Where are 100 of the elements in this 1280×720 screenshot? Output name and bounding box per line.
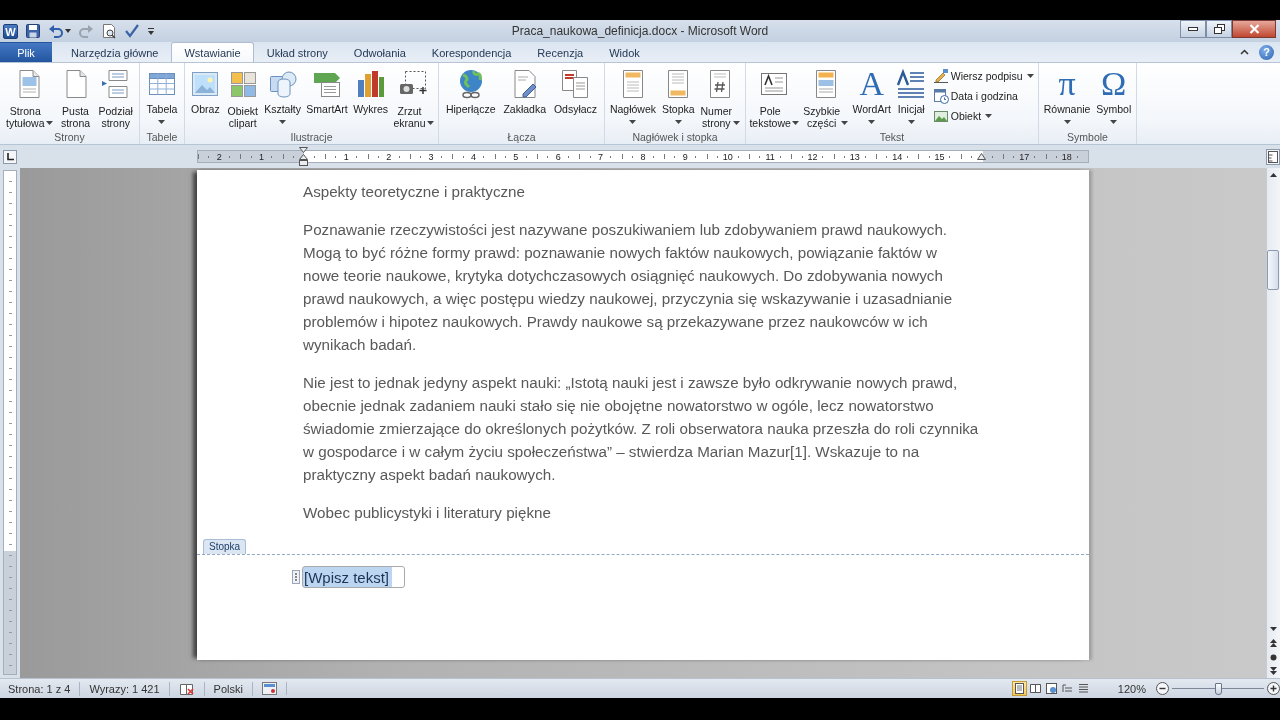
ruler-number: 18 [1060, 151, 1073, 162]
ribbon-button[interactable]: Numer strony [699, 66, 742, 131]
letter-icon: A [859, 68, 884, 100]
record-icon[interactable] [261, 682, 277, 695]
ruler-number: 11 [764, 151, 776, 162]
ribbon-tab[interactable]: Wstawianie [171, 42, 254, 62]
ribbon-button[interactable]: Stopka [660, 66, 696, 131]
ribbon-button[interactable]: Odsyłacz [552, 66, 599, 131]
ruler-number: 14 [891, 151, 904, 162]
ribbon-button[interactable]: Obraz [188, 66, 223, 131]
ribbon-button[interactable]: Zrzut ekranu [392, 66, 435, 131]
ribbon-button[interactable]: Wiersz podpisu [930, 66, 1036, 86]
zoom-level[interactable]: 120% [1117, 682, 1146, 695]
paragraph: Nie jest to jednak jedyny aspekt nauki: „Istotą nauki jest i zawsze było odkrywanie nowych prawd, obecnie jednak zadaniem nauki stało się nie obojętne nowatorstwo w ogóle, lecz nowatorstwo świadomie zmierzające do określonych pożytków. Z roli obserwatora nauka przeszła do roli czynnika w gospodarce i w całym życiu społeczeństwa” – stwierdza Marian Mazur[1]. Wskazuje to na praktyczny aspekt badań naukowych. [303, 373, 980, 485]
view-button[interactable] [1043, 681, 1059, 696]
ribbon-button[interactable]: Inicjał [894, 66, 929, 131]
paragraph: Aspekty teoretyczne i praktyczne [303, 182, 526, 202]
ribbon-button[interactable]: Pole tekstowe [748, 66, 800, 131]
scroll-thumb[interactable] [1267, 250, 1279, 290]
ribbon-button[interactable]: A WordArt [851, 66, 892, 131]
page-count[interactable]: Strona: 1 z 4 [0, 681, 81, 696]
restore-icon [1213, 24, 1225, 34]
group-label: Strony [53, 131, 86, 144]
ribbon-button[interactable]: Strona tytułowa [5, 66, 54, 131]
proofing-book-icon[interactable] [178, 681, 195, 696]
view-button[interactable] [1011, 681, 1027, 696]
undo-icon[interactable] [48, 23, 64, 39]
ruler-number: 1 [258, 151, 266, 162]
ribbon-tab[interactable]: Korespondencja [418, 43, 525, 62]
footer-text-field[interactable]: [Wpisz tekst] [302, 566, 405, 588]
close-button[interactable] [1232, 20, 1276, 38]
window-title: Praca_naukowa_definicja.docx - Microsoft Word [511, 24, 769, 38]
paragraph: Poznawanie rzeczywistości jest nazywane poszukiwaniem lub zdobywaniem prawd naukowych. Mogą to być różne formy prawd: poznawanie nowych faktów naukowych, powiązanie faktów w nowe teorie naukowe, krytyka dotychczasowych osiągnięć naukowych. Do zdobywania nowych prawd naukowych, a więc postępu wiedzy naukowej, przyczynia się wskazywanie i uzasadnianie problemów i hipotez naukowych. Prawdy naukowe są przekazywane przez naukowców w ich wynikach badań. [303, 220, 954, 355]
ribbon-button[interactable]: Wykres [352, 66, 390, 131]
zoom-out-icon[interactable] [1156, 682, 1169, 695]
tab-selector-button[interactable] [3, 149, 17, 164]
outline-icon [1060, 682, 1074, 695]
print-preview-icon[interactable] [101, 23, 117, 39]
ribbon-button[interactable]: Kształty [263, 66, 302, 131]
ribbon-button[interactable]: SmartArt [305, 66, 349, 131]
ribbon-button[interactable]: Zakładka [502, 66, 547, 131]
ribbon-tab[interactable]: Narzędzia główne [58, 43, 172, 62]
ribbon-button[interactable]: Tabela [145, 66, 179, 131]
group-label: Łącza [506, 131, 537, 144]
lines-icon [1076, 682, 1090, 695]
ribbon-button[interactable]: Podział strony [97, 66, 134, 131]
ribbon-button[interactable]: Obiekt [930, 106, 1036, 126]
signature-icon [932, 68, 949, 84]
ribbon-button[interactable]: Data i godzina [930, 86, 1036, 106]
ribbon-tab[interactable]: Układ strony [253, 43, 341, 62]
left-indent-handle[interactable] [299, 147, 309, 166]
next-page-button[interactable] [1267, 664, 1280, 678]
ribbon-button[interactable]: Hiperłącze [444, 66, 497, 131]
group-label: Ilustracje [289, 131, 334, 144]
restore-button[interactable] [1206, 20, 1232, 38]
caret-icon[interactable] [65, 29, 71, 33]
checkmark-icon[interactable] [124, 23, 140, 39]
ruler-toggle-button[interactable] [1266, 148, 1280, 165]
ruler-number: 17 [1018, 151, 1031, 162]
drag-handle-icon[interactable] [292, 570, 300, 584]
caret-icon[interactable] [147, 26, 155, 36]
double-arrow-up-icon [1270, 639, 1277, 647]
page-icon [1012, 682, 1026, 695]
ribbon-tab[interactable]: Recenzja [524, 43, 597, 62]
save-icon[interactable] [25, 23, 41, 39]
zoom-in-icon[interactable] [1267, 682, 1280, 695]
ribbon-tab[interactable]: Odwołania [340, 43, 419, 62]
ruler-number: 15 [933, 151, 946, 162]
pi-icon: π [1058, 68, 1076, 100]
group-label: Nagłówek i stopka [631, 131, 719, 144]
app-logo-icon[interactable]: W [3, 23, 18, 39]
ribbon-button[interactable]: Nagłówek [608, 66, 657, 131]
ribbon-button[interactable]: π Równanie [1042, 66, 1092, 131]
picture-frame-icon [932, 108, 949, 124]
ruler-number: 4 [469, 151, 477, 162]
ribbon-button[interactable]: Pusta strona [58, 66, 93, 131]
ruler-number: 7 [597, 151, 605, 162]
ruler-number: 1 [342, 151, 350, 162]
circle-icon [1270, 653, 1277, 661]
previous-page-button[interactable] [1267, 636, 1280, 650]
file-tab[interactable]: Plik [0, 42, 52, 62]
ruler-number: 2 [215, 151, 223, 162]
ribbon-button[interactable]: Szybkie części [802, 66, 850, 131]
vertical-scrollbar[interactable] [1266, 168, 1280, 678]
ribbon-tab[interactable]: Widok [596, 43, 653, 62]
ruler-number: 12 [806, 151, 819, 162]
ruler-number: 13 [848, 151, 861, 162]
view-button[interactable] [1027, 681, 1043, 696]
ribbon-button[interactable]: Ω Symbol [1095, 66, 1133, 131]
minimize-button[interactable] [1180, 20, 1206, 38]
ribbon-button[interactable]: Obiekt clipart [225, 66, 260, 131]
arrow-down-icon [1270, 627, 1277, 631]
zoom-slider-thumb[interactable] [1214, 682, 1222, 695]
language-label[interactable]: Polski [204, 681, 253, 696]
word-count[interactable]: Wyrazy: 1 421 [80, 681, 170, 696]
omega-icon: Ω [1101, 68, 1127, 100]
chevron-up-icon[interactable] [1240, 49, 1249, 55]
open-book-icon [1028, 682, 1042, 695]
ruler-number: 6 [554, 151, 562, 162]
right-indent-handle[interactable] [977, 153, 987, 160]
